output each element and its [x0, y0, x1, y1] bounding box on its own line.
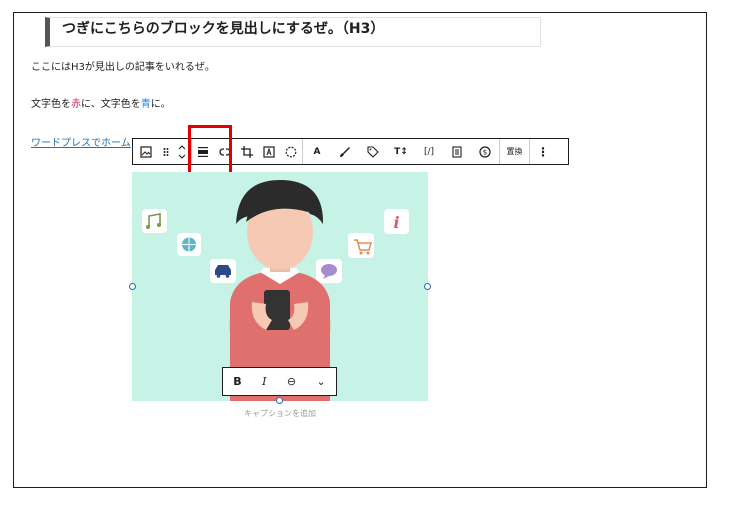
svg-text:i: i [393, 213, 399, 232]
text-color-icon[interactable]: A [303, 139, 331, 164]
shopping-cart-icon [348, 233, 374, 258]
image-icon[interactable] [133, 139, 159, 164]
caption-format-toolbar: B I ⊖ ⌄ [222, 367, 337, 396]
document-icon[interactable] [443, 139, 471, 164]
code-icon[interactable]: [/] [415, 139, 443, 164]
highlight-brush-icon[interactable] [331, 139, 359, 164]
homepage-link[interactable]: ワードプレスでホーム [31, 137, 131, 151]
red-text: 赤 [71, 99, 81, 110]
resize-handle-left[interactable] [129, 283, 136, 290]
car-icon [210, 259, 236, 283]
globe-icon [177, 233, 201, 256]
font-size-icon[interactable]: T↕ [387, 139, 415, 164]
info-icon: i [384, 209, 409, 234]
paragraph-2-text-before: 文字色を [31, 99, 71, 110]
more-formats-button[interactable]: ⌄ [317, 375, 326, 388]
resize-handle-right[interactable] [424, 283, 431, 290]
paragraph-2[interactable]: 文字色を赤に、文字色を青に。 [31, 98, 171, 112]
link-button[interactable]: ⊖ [287, 375, 296, 388]
paragraph-1[interactable]: ここにはH3が見出しの記事をいれるぜ。 [31, 61, 215, 75]
replace-button[interactable]: 置換 [500, 139, 529, 164]
resize-handle-bottom[interactable] [276, 397, 283, 404]
tag-icon[interactable] [359, 139, 387, 164]
bold-button[interactable]: B [233, 375, 241, 388]
blue-text: 青 [140, 99, 151, 110]
chat-bubble-icon [316, 259, 342, 283]
music-note-icon [142, 209, 167, 233]
select-circle-icon[interactable] [280, 139, 302, 164]
text-over-image-icon[interactable] [258, 139, 280, 164]
paragraph-2-text-after: に。 [150, 99, 171, 110]
coin-icon[interactable]: $ [471, 139, 499, 164]
drag-handle-icon[interactable] [159, 139, 173, 164]
paragraph-2-text-middle: に、文字色を [81, 99, 141, 110]
crop-icon[interactable] [236, 139, 258, 164]
svg-text:$: $ [483, 148, 487, 156]
italic-button[interactable]: I [262, 375, 266, 388]
caption-placeholder[interactable]: キャプションを追加 [132, 408, 428, 419]
heading-block[interactable]: つぎにこちらのブロックを見出しにするぜ。（H3） [45, 17, 541, 47]
more-options-button[interactable]: ⋮ [530, 139, 556, 164]
heading-text[interactable]: つぎにこちらのブロックを見出しにするぜ。（H3） [62, 18, 384, 40]
